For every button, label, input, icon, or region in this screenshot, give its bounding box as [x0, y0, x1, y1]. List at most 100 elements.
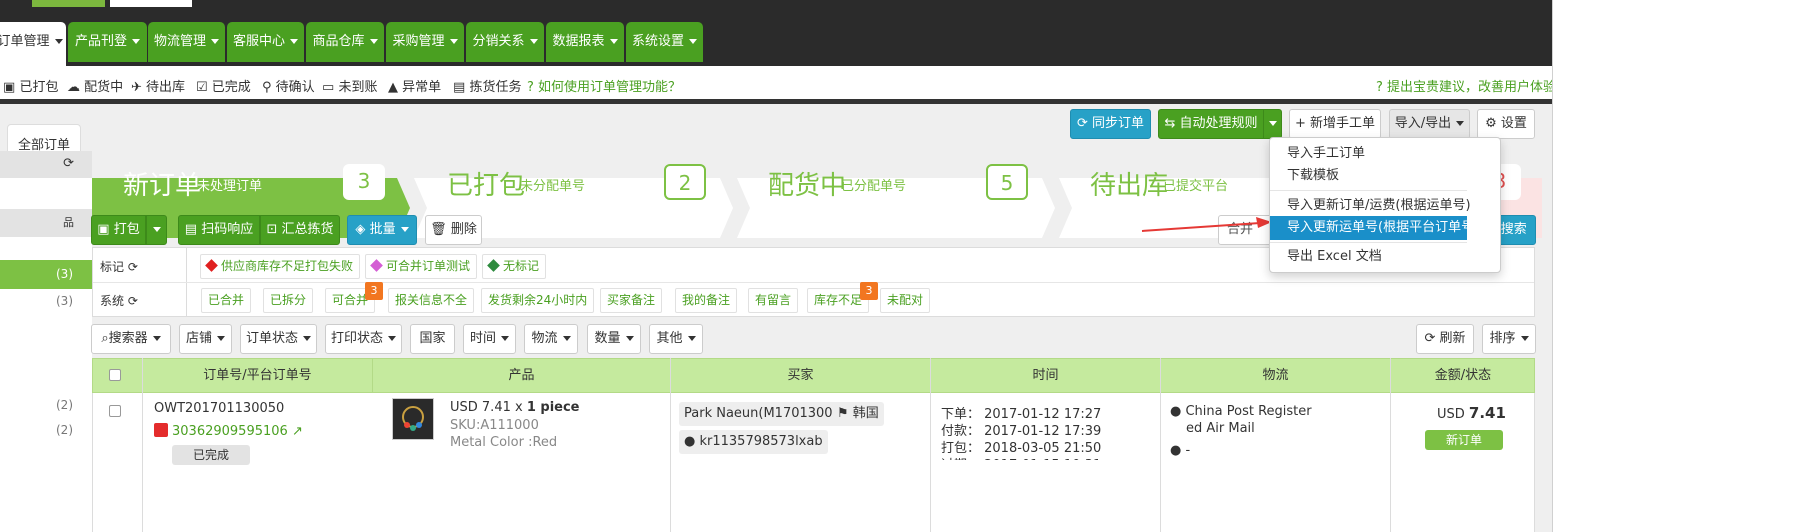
tag-label: 已拆分 — [270, 293, 307, 307]
stage-title: 新订单 — [123, 171, 202, 201]
header-search-stub[interactable] — [110, 0, 192, 7]
order-status-filter[interactable]: 订单状态 — [240, 324, 317, 354]
filter-label: 数量 — [594, 331, 621, 346]
time-filter[interactable]: 时间 — [463, 324, 516, 354]
chevron-down-icon — [1268, 121, 1277, 126]
other-filter[interactable]: 其他 — [649, 324, 703, 354]
sys-tag-buyer-note[interactable]: 买家备注 — [600, 288, 663, 313]
chevron-down-icon — [54, 39, 63, 44]
sub-nav: ▣ 已打包 ☁ 配货中 ✈ 待出库 ☑ 已完成 ⚲ 待确认 ▭ 未到账 ▲ 异常… — [0, 66, 1815, 104]
sync-orders-button[interactable]: ⟳ 同步订单 — [1070, 109, 1151, 139]
sidebar-count[interactable]: (2) — [56, 398, 73, 412]
subnav-to-confirm[interactable]: ⚲ 待确认 — [262, 76, 315, 95]
quantity-text: 1 piece — [526, 400, 580, 415]
chevron-down-icon — [1456, 121, 1465, 126]
refresh-icon[interactable]: ⟳ — [128, 260, 138, 274]
button-label: 导入/导出 — [1394, 116, 1452, 131]
subnav-exception[interactable]: ▲ 异常单 — [388, 76, 441, 95]
menu-item-update-tracking-by-order[interactable]: 导入更新运单号(根据平台订单号) — [1270, 216, 1479, 240]
searcher-filter[interactable]: ⌕搜索器 — [91, 324, 171, 354]
platform-order-link[interactable]: 30362909595106 ↗ — [172, 424, 303, 439]
sys-tag-split[interactable]: 已拆分 — [263, 288, 314, 313]
chevron-down-icon — [609, 39, 618, 44]
filter-label: 订单状态 — [245, 331, 298, 346]
product-image[interactable] — [392, 398, 434, 440]
currency: USD — [1437, 407, 1469, 422]
nav-tab-reports[interactable]: 数据报表 — [546, 22, 624, 62]
store-filter[interactable]: 店铺 — [179, 324, 232, 354]
country-filter[interactable]: 国家 — [410, 324, 455, 354]
order-number[interactable]: OWT201701130050 — [154, 401, 284, 416]
sys-tag-unpaired[interactable]: 未配对 — [880, 288, 931, 313]
delete-button[interactable]: 🗑 删除 — [425, 215, 482, 245]
subnav-picking[interactable]: ☁ 配货中 — [67, 76, 123, 95]
auto-rules-dropdown[interactable] — [1263, 109, 1282, 139]
filter-label: 其他 — [656, 331, 683, 346]
chevron-down-icon — [1520, 336, 1529, 341]
refresh-icon: ⟳ — [1424, 331, 1436, 346]
nav-tab-purchase[interactable]: 采购管理 — [386, 22, 464, 62]
nav-tab-label: 采购管理 — [392, 34, 445, 49]
mark-tag-supplier[interactable]: 供应商库存不足打包失败 — [200, 254, 361, 279]
refresh-icon[interactable]: ⟳ — [63, 156, 74, 171]
menu-item-import-manual[interactable]: 导入手工订单 — [1270, 142, 1500, 166]
settings-button[interactable]: ⚙ 设置 — [1477, 109, 1535, 139]
nav-tab-service[interactable]: 客服中心 — [227, 22, 304, 62]
batch-button[interactable]: ◈ 批量 — [347, 215, 417, 245]
nav-tab-warehouse[interactable]: 商品仓库 — [306, 22, 384, 62]
help-link[interactable]: ? 如何使用订单管理功能？ — [527, 76, 681, 95]
sort-button[interactable]: 排序 — [1482, 324, 1536, 354]
sidebar-count[interactable]: (3) — [56, 294, 73, 308]
subnav-completed[interactable]: ☑ 已完成 — [196, 76, 251, 95]
subnav-awaiting-ship[interactable]: ✈ 待出库 — [131, 76, 185, 95]
user-icon: ● — [1170, 404, 1182, 419]
menu-item-update-by-tracking[interactable]: 导入更新订单/运费(根据运单号) — [1270, 194, 1500, 218]
price-text: USD 7.41 x — [450, 400, 527, 415]
logistics-filter[interactable]: 物流 — [524, 324, 578, 354]
right-scrollbar-area[interactable] — [1552, 0, 1815, 532]
new-manual-order-button[interactable]: + 新增手工单 — [1289, 109, 1381, 139]
filter-label: 国家 — [419, 331, 446, 346]
check-square-icon: ☑ — [196, 80, 208, 95]
mark-tag-mergeable-test[interactable]: 可合并订单测试 — [365, 254, 478, 279]
select-all-checkbox[interactable] — [109, 369, 121, 381]
import-export-button[interactable]: 导入/导出 — [1389, 109, 1470, 139]
menu-item-export-excel[interactable]: 导出 Excel 文档 — [1270, 245, 1500, 269]
nav-tab-orders[interactable]: 订单管理 — [0, 22, 66, 66]
nav-tab-settings[interactable]: 系统设置 — [626, 22, 703, 62]
sys-tag-24h[interactable]: 发货剩余24小时内 — [481, 288, 595, 313]
mark-tag-none[interactable]: 无标记 — [482, 254, 547, 279]
buyer-id[interactable]: ● kr1135798573lxab — [679, 430, 828, 454]
menu-item-download-template[interactable]: 下载模板 — [1270, 164, 1500, 188]
buyer-name[interactable]: Park Naeun(M1701300... — [679, 402, 850, 426]
sys-tag-my-note[interactable]: 我的备注 — [675, 288, 738, 313]
print-status-filter[interactable]: 打印状态 — [325, 324, 402, 354]
buyer-id-text: kr1135798573lxab — [699, 434, 823, 449]
sidebar-count[interactable]: (2) — [56, 423, 73, 437]
auto-rules-button[interactable]: ⇆ 自动处理规则 — [1158, 109, 1264, 139]
nav-tab-distribution[interactable]: 分销关系 — [466, 22, 544, 62]
subnav-packed[interactable]: ▣ 已打包 — [3, 76, 58, 95]
pack-button[interactable]: ▣ 打包 — [91, 215, 146, 245]
sidebar-item-active[interactable]: (3) — [0, 260, 92, 289]
sys-tag-message[interactable]: 有留言 — [748, 288, 799, 313]
quantity-filter[interactable]: 数量 — [587, 324, 641, 354]
pack-dropdown[interactable] — [146, 215, 167, 245]
suggest-link[interactable]: ? 提出宝贵建议，改善用户体验 — [1376, 76, 1556, 95]
refresh-icon[interactable]: ⟳ — [128, 294, 138, 308]
expire-time: 过期： 2017-01-15 10:31 — [941, 454, 1101, 460]
scan-response-button[interactable]: ▤ 扫码响应 — [178, 215, 260, 245]
row-checkbox[interactable] — [109, 405, 121, 417]
nav-tab-listing[interactable]: 产品刊登 — [68, 22, 147, 62]
tag-label: 买家备注 — [607, 293, 656, 307]
sys-tag-customs[interactable]: 报关信息不全 — [388, 288, 475, 313]
external-link-icon: ↗ — [291, 424, 303, 439]
subnav-pick-task[interactable]: ▤ 拣货任务 — [453, 76, 521, 95]
refresh-button[interactable]: ⟳ 刷新 — [1416, 324, 1474, 354]
sitemap-icon[interactable]: 品 — [63, 214, 74, 230]
nav-tab-logistics[interactable]: 物流管理 — [148, 22, 225, 62]
subnav-unpaid[interactable]: ▭ 未到账 — [322, 76, 377, 95]
chevron-down-icon — [217, 336, 225, 341]
sys-tag-merged[interactable]: 已合并 — [201, 288, 252, 313]
summary-pick-button[interactable]: ⊡ 汇总拣货 — [260, 215, 340, 245]
